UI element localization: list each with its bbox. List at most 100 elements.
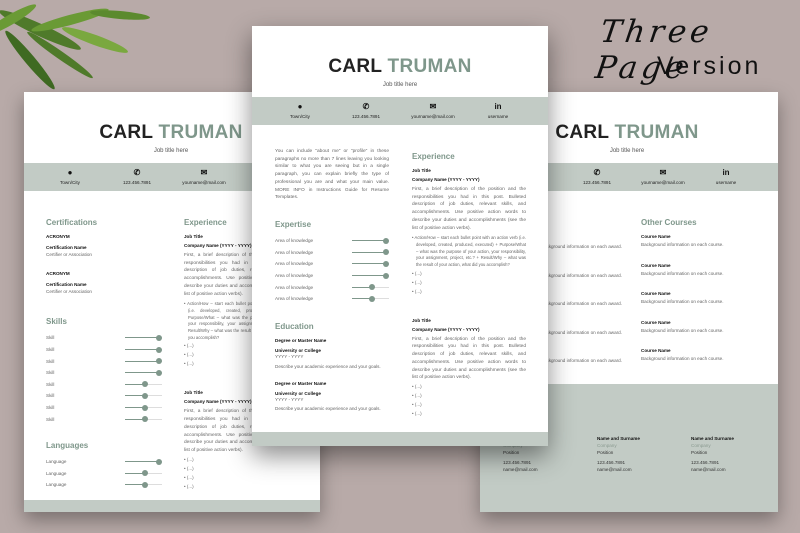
slider-knob — [369, 284, 376, 291]
job-title-label: Job Title — [412, 317, 431, 323]
slider-label: Area of knowledge — [275, 273, 314, 278]
slider-row: Skill — [46, 413, 162, 425]
slider-label: Area of knowledge — [275, 284, 314, 290]
slider-knob — [142, 381, 149, 388]
course-entry: Course Name Background information on eac… — [641, 348, 761, 377]
level-slider — [125, 358, 163, 365]
contact-label: username — [715, 180, 737, 185]
contact-label: username — [487, 114, 509, 119]
slider-row: Area of knowledge — [275, 281, 389, 293]
job-bullet: • (...) — [412, 410, 422, 416]
level-slider — [352, 249, 390, 256]
job-bullet: • (...) — [184, 456, 194, 462]
phone-icon: ✆ — [362, 102, 370, 111]
last-name: TRUMAN — [614, 122, 699, 143]
course-name: Course Name — [641, 348, 671, 353]
slider-row: Skill — [46, 367, 163, 379]
level-slider — [352, 260, 390, 267]
cert-issuer: Certifier or Association — [46, 252, 92, 257]
education-years: YYYY - YYYY — [275, 354, 304, 360]
reference-position: Position — [503, 450, 520, 455]
level-slider — [125, 404, 162, 411]
map-pin-icon: ● — [297, 102, 303, 111]
candidate-name: CARL TRUMAN — [555, 122, 698, 144]
contact-item: ✆ 123.456.7891 — [352, 102, 380, 119]
first-name: CARL — [328, 56, 382, 77]
linkedin-icon: in — [722, 168, 730, 177]
slider-label: Skill — [46, 358, 55, 364]
slider-row: Area of knowledge — [275, 247, 390, 259]
resume-page-2: CARL TRUMAN Job title here ● Town/City ✆ 123.… — [252, 26, 548, 446]
slider-row: Language — [46, 456, 163, 468]
first-name: CARL — [555, 122, 609, 143]
reference-company: Company — [597, 443, 617, 448]
contact-label: Town/City — [290, 114, 310, 119]
level-slider — [352, 295, 389, 302]
map-pin-icon: ● — [67, 168, 73, 177]
courses-column: Other Courses Course Name Background infor… — [641, 218, 761, 377]
job-title: Job title here — [382, 82, 418, 88]
job-bullet: • (...) — [412, 270, 422, 276]
mail-icon: ✉ — [200, 168, 208, 177]
reference-company: Company — [691, 443, 711, 448]
contact-label: 123.456.7891 — [582, 180, 612, 185]
slider-row: Area of knowledge — [275, 235, 390, 247]
job-entry: Job Title Company Name (YYYY - YYYY) First… — [412, 168, 526, 296]
slider-knob — [383, 260, 390, 267]
contact-item: ✉ yourname@mail.com — [641, 168, 684, 185]
slider-row: Area of knowledge — [275, 258, 390, 270]
slider-knob — [156, 369, 163, 376]
slider-knob — [383, 237, 390, 244]
slider-knob — [142, 392, 149, 399]
contact-label: Town/City — [60, 180, 80, 185]
slider-knob — [142, 470, 149, 477]
heading-version: Version — [657, 52, 762, 80]
job-bullet: • Action/How – start each bullet point w… — [412, 235, 526, 268]
first-name: CARL — [99, 122, 153, 143]
course-name: Course Name — [641, 291, 671, 296]
slider-knob — [142, 404, 149, 411]
contact-label: 123.456.7891 — [351, 114, 381, 119]
section-title-languages: Languages — [46, 440, 89, 450]
level-slider — [125, 334, 163, 341]
candidate-name: CARL TRUMAN — [328, 56, 471, 78]
job-bullet: • (...) — [184, 483, 194, 489]
reference: Name and Surname Company Position 123.456.7… — [691, 436, 778, 473]
certification: ACRONYM Certification Name Certifier or As… — [46, 234, 162, 259]
level-slider — [125, 481, 162, 488]
slider-label: Area of knowledge — [275, 296, 314, 302]
contact-item: ✆ 123.456.7891 — [123, 168, 151, 185]
level-slider — [125, 470, 162, 477]
profile-text: You can include "about me" or "profile" … — [275, 149, 389, 201]
last-name: TRUMAN — [387, 56, 472, 77]
course-info: Background information on each course. — [641, 299, 724, 304]
education-entry: Degree or Master Name University or Colle… — [275, 338, 389, 370]
education-desc: Describe your academic experience and yo… — [275, 406, 381, 412]
slider-row: Language — [46, 468, 162, 480]
slider-label: Area of knowledge — [275, 249, 314, 255]
level-slider — [125, 392, 162, 399]
left-column: You can include "about me" or "profile" … — [275, 148, 390, 413]
section-title-skills: Skills — [46, 317, 67, 327]
slider-fill — [352, 251, 387, 253]
slider-fill — [352, 275, 387, 276]
level-slider — [125, 369, 163, 376]
contact-item: ✉ yourname@mail.com — [182, 168, 225, 185]
degree-name: Degree or Master Name — [275, 380, 327, 386]
contact-item: ✆ 123.456.7891 — [583, 168, 611, 185]
phone-icon: ✆ — [133, 168, 141, 177]
contact-label: yourname@mail.com — [641, 180, 685, 185]
slider-fill — [352, 240, 387, 242]
level-slider — [352, 237, 390, 244]
slider-knob — [369, 295, 376, 302]
reference-position: Position — [597, 450, 614, 455]
slider-row: Skill — [46, 344, 163, 356]
reference-phone: 123.456.7891 — [597, 460, 626, 465]
slider-knob — [156, 458, 163, 465]
footer-band — [24, 500, 320, 512]
slider-row: Skill — [46, 379, 162, 391]
level-slider — [125, 416, 162, 423]
slider-knob — [156, 334, 163, 341]
course-entry: Course Name Background information on eac… — [641, 291, 761, 320]
slider-knob — [156, 358, 163, 365]
